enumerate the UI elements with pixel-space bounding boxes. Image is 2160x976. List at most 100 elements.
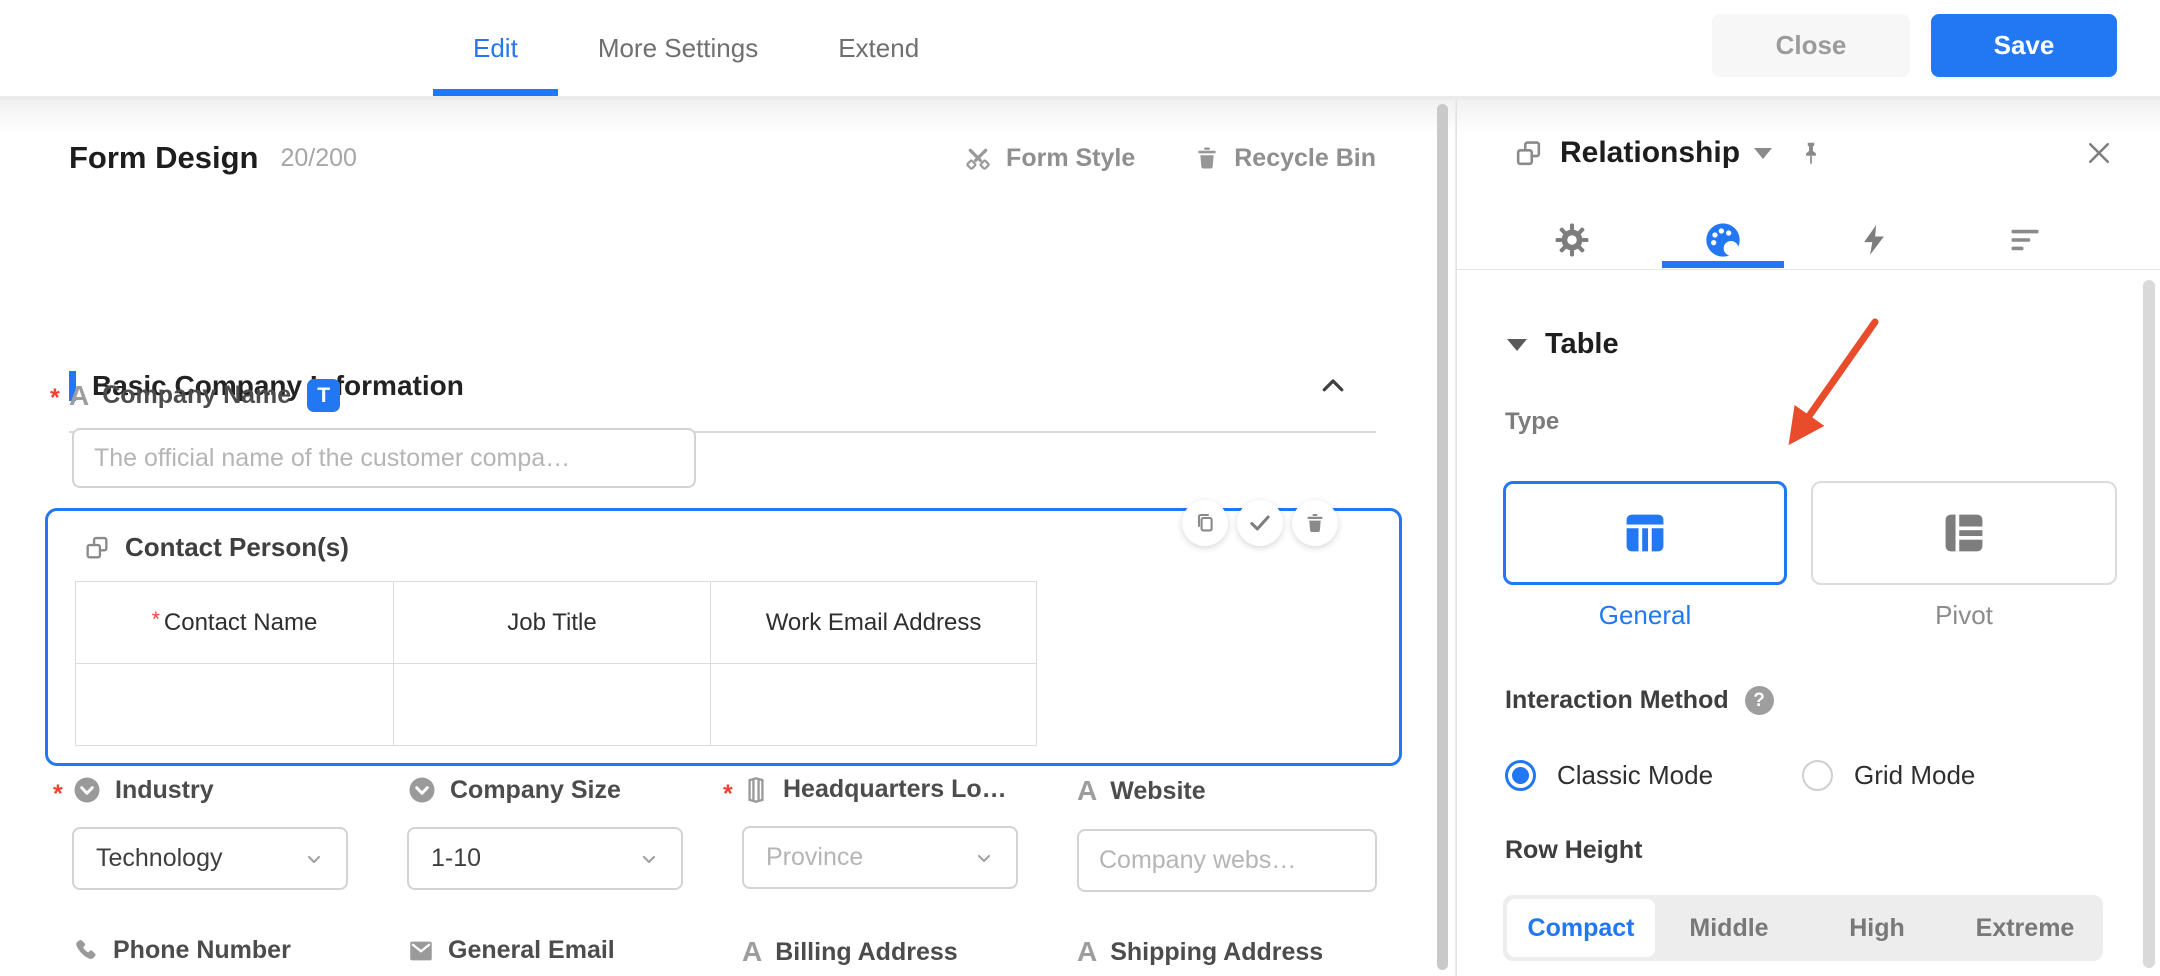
company-name-label: Company Name: [102, 381, 292, 409]
table-cell-empty[interactable]: [76, 664, 394, 746]
contact-persons-widget[interactable]: Contact Person(s) * Contact Name Job Tit…: [45, 500, 1402, 766]
segment-middle[interactable]: Middle: [1655, 899, 1803, 957]
shipping-address-field: A Shipping Address: [1077, 936, 1377, 968]
required-marker: *: [53, 780, 63, 808]
table-section-header[interactable]: Table: [1507, 328, 1619, 361]
duplicate-button[interactable]: [1182, 500, 1228, 546]
form-style-icon: [963, 143, 993, 173]
segment-compact[interactable]: Compact: [1507, 899, 1655, 957]
general-email-field: General Email: [407, 936, 707, 965]
phone-field: Phone Number: [72, 936, 372, 965]
save-button[interactable]: Save: [1931, 14, 2117, 77]
tab-more-settings[interactable]: More Settings: [558, 0, 798, 96]
billing-address-field: A Billing Address: [742, 936, 1042, 968]
row-height-label: Row Height: [1505, 836, 1643, 864]
panel-tabs-divider: [1457, 269, 2160, 270]
recycle-bin-button[interactable]: Recycle Bin: [1193, 143, 1376, 173]
select-field-icon: [407, 775, 437, 805]
chevron-down-icon: [977, 854, 991, 862]
required-marker: *: [151, 607, 160, 631]
phone-label: Phone Number: [113, 936, 291, 964]
delete-button[interactable]: [1292, 500, 1338, 546]
text-field-icon: A: [69, 379, 90, 411]
tab-outline-settings[interactable]: [1949, 212, 2100, 268]
tab-extend[interactable]: Extend: [798, 0, 959, 96]
widget-actions: [1182, 500, 1338, 546]
pivot-option-label[interactable]: Pivot: [1811, 600, 2117, 631]
relationship-icon: [83, 534, 111, 562]
recycle-bin-label: Recycle Bin: [1234, 143, 1376, 172]
close-button[interactable]: Close: [1712, 14, 1910, 77]
pivot-table-icon: [1938, 507, 1990, 559]
company-size-field: Company Size 1-10: [407, 775, 707, 890]
tab-field-settings[interactable]: [1497, 212, 1648, 268]
radio-selected-icon: [1505, 760, 1536, 791]
industry-field: * Industry Technology: [53, 775, 372, 890]
text-field-icon: A: [742, 936, 763, 967]
panel-header: Relationship: [1513, 131, 2114, 175]
website-label: Website: [1110, 776, 1206, 805]
headquarters-select[interactable]: Province: [742, 826, 1018, 889]
website-field: A Website: [1077, 775, 1377, 892]
company-size-select[interactable]: 1-10: [407, 827, 683, 890]
chevron-down-icon[interactable]: [1754, 147, 1773, 159]
column-header-job-title[interactable]: Job Title: [394, 582, 711, 664]
industry-select[interactable]: Technology: [72, 827, 348, 890]
type-label: Type: [1505, 408, 1560, 435]
company-name-input[interactable]: [72, 428, 696, 488]
table-cell-empty[interactable]: [394, 664, 711, 746]
annotation-arrow: [1788, 318, 1879, 446]
column-label: Work Email Address: [765, 608, 982, 636]
general-option-label[interactable]: General: [1503, 600, 1787, 631]
radio-classic-mode[interactable]: Classic Mode: [1505, 760, 1713, 791]
text-field-icon: A: [1077, 775, 1098, 806]
column-header-contact-name[interactable]: * Contact Name: [76, 582, 394, 664]
email-icon: [407, 937, 435, 965]
top-tabs: Edit More Settings Extend: [433, 0, 959, 96]
chevron-down-icon: [642, 855, 656, 863]
title-badge: T: [307, 379, 341, 412]
trash-icon: [1193, 144, 1221, 172]
align-left-lines-icon: [2007, 222, 2043, 258]
relationship-icon: [1513, 138, 1544, 169]
canvas-tools: Form Style Recycle Bin: [963, 143, 1376, 173]
industry-label: Industry: [115, 775, 214, 804]
panel-scrollbar[interactable]: [2143, 280, 2155, 968]
palette-icon: [1703, 220, 1743, 260]
close-icon[interactable]: [2084, 138, 2114, 168]
phone-icon: [72, 937, 100, 965]
chevron-up-icon[interactable]: [1318, 371, 1348, 401]
type-option-pivot[interactable]: [1811, 481, 2117, 585]
interaction-method-label: Interaction Method: [1505, 686, 1729, 714]
tab-edit[interactable]: Edit: [433, 0, 558, 96]
map-icon: [742, 776, 770, 804]
main-scrollbar[interactable]: [1437, 104, 1448, 970]
confirm-button[interactable]: [1237, 500, 1283, 546]
website-input[interactable]: [1077, 829, 1377, 892]
form-style-button[interactable]: Form Style: [963, 143, 1135, 173]
industry-value: Technology: [96, 844, 223, 872]
table-cell-empty[interactable]: [711, 664, 1037, 746]
billing-address-label: Billing Address: [775, 937, 958, 966]
contact-subtable: * Contact Name Job Title Work Email Addr…: [75, 581, 1037, 746]
type-option-general[interactable]: [1503, 481, 1787, 585]
segment-extreme[interactable]: Extreme: [1951, 899, 2099, 957]
tab-event-settings[interactable]: [1799, 212, 1950, 268]
column-header-work-email[interactable]: Work Email Address: [711, 582, 1037, 664]
tab-style-settings[interactable]: [1648, 212, 1799, 268]
company-size-label: Company Size: [450, 775, 621, 804]
help-icon[interactable]: ?: [1744, 686, 1774, 715]
shipping-address-label: Shipping Address: [1110, 937, 1324, 966]
panel-title[interactable]: Relationship: [1560, 136, 1740, 170]
contact-widget-label: Contact Person(s): [83, 532, 349, 563]
column-label: Job Title: [507, 608, 597, 636]
top-bar: Edit More Settings Extend Close Save: [0, 0, 2160, 96]
required-marker: *: [50, 384, 60, 412]
page-title: Form Design: [69, 140, 259, 175]
segment-high[interactable]: High: [1803, 899, 1951, 957]
radio-grid-mode[interactable]: Grid Mode: [1802, 760, 1975, 791]
company-name-field-label: * A Company Name T: [50, 379, 341, 412]
interaction-method-row: Interaction Method ?: [1505, 686, 1774, 715]
pin-icon[interactable]: [1798, 140, 1824, 166]
select-field-icon: [72, 775, 102, 805]
